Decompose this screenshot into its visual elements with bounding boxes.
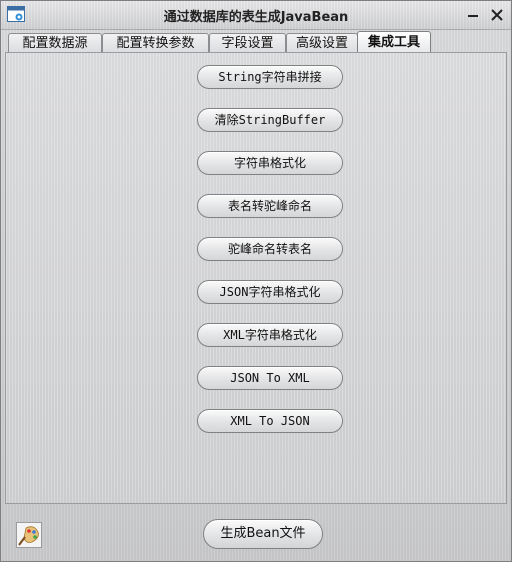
table-to-camel-button[interactable]: 表名转驼峰命名 — [197, 194, 343, 218]
minimize-icon — [468, 15, 478, 17]
tab-convert-params[interactable]: 配置转换参数 — [102, 33, 209, 52]
camel-to-table-button[interactable]: 驼峰命名转表名 — [197, 237, 343, 261]
tab-field-settings[interactable]: 字段设置 — [209, 33, 286, 52]
xml-format-button[interactable]: XML字符串格式化 — [197, 323, 343, 347]
tab-integration-tools-label: 集成工具 — [367, 35, 420, 50]
xml-to-json-button[interactable]: XML To JSON — [197, 409, 343, 433]
tab-datasource[interactable]: 配置数据源 — [8, 33, 102, 52]
tab-advanced-settings[interactable]: 高级设置 — [286, 33, 358, 52]
clear-stringbuffer-button[interactable]: 清除StringBuffer — [197, 108, 343, 132]
window-title: 通过数据库的表生成JavaBean — [163, 10, 349, 25]
close-icon — [491, 9, 503, 21]
tools-panel: String字符串拼接 清除StringBuffer 字符串格式化 表名转驼峰命… — [5, 52, 507, 504]
generate-bean-button[interactable]: 生成Bean文件 — [203, 519, 323, 549]
tab-integration-tools[interactable]: 集成工具 — [357, 31, 431, 54]
string-concat-button[interactable]: String字符串拼接 — [197, 65, 343, 89]
app-window: 通过数据库的表生成JavaBean 配置数据源 配置转换参数 字段设置 高级设置… — [0, 0, 512, 562]
close-button[interactable] — [487, 5, 507, 25]
json-to-xml-button[interactable]: JSON To XML — [197, 366, 343, 390]
title-bar[interactable]: 通过数据库的表生成JavaBean — [1, 1, 511, 30]
minimize-button[interactable] — [463, 5, 483, 25]
paint-palette-icon[interactable] — [16, 522, 42, 548]
json-format-button[interactable]: JSON字符串格式化 — [197, 280, 343, 304]
string-format-button[interactable]: 字符串格式化 — [197, 151, 343, 175]
